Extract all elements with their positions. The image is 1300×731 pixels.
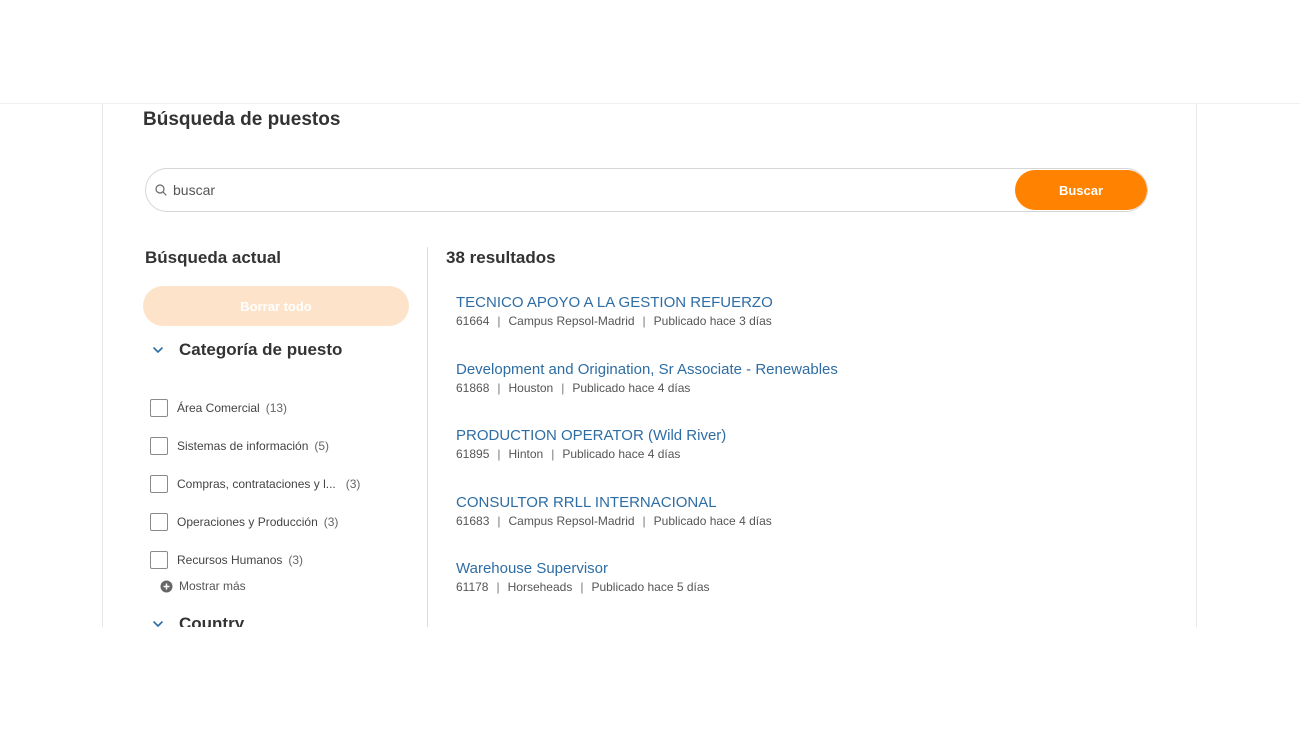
facet-title: Categoría de puesto <box>179 340 343 359</box>
filters-sidebar: Búsqueda actual Borrar todo Categoría de… <box>143 244 410 627</box>
job-posted: Publicado hace 4 días <box>562 447 681 461</box>
job-title-link[interactable]: PRODUCTION OPERATOR (Wild River) <box>456 427 1136 445</box>
checkbox[interactable] <box>150 437 168 455</box>
page-title: Búsqueda de puestos <box>143 109 341 130</box>
checkbox[interactable] <box>150 399 168 417</box>
job-meta: 61868 | Houston | Publicado hace 4 días <box>456 380 691 395</box>
facet-option-count: (5) <box>314 439 330 453</box>
job-posted: Publicado hace 3 días <box>653 314 772 328</box>
search-button[interactable]: Buscar <box>1015 170 1147 210</box>
results-count: 38 resultados <box>446 248 556 267</box>
job-posted: Publicado hace 4 días <box>653 513 772 528</box>
column-divider <box>427 247 428 627</box>
job-location: Hinton <box>508 447 544 461</box>
facet-option-count: (3) <box>345 477 361 491</box>
job-location: Houston <box>508 380 554 395</box>
chevron-down-icon <box>153 621 163 627</box>
facet-option-label: Compras, contrataciones y l... <box>177 477 336 491</box>
job-meta: 61895 | Hinton | Publicado hace 4 días <box>456 447 681 461</box>
search-bar: Buscar <box>145 168 1148 212</box>
job-id: 61178 <box>456 580 489 594</box>
job-meta: 61178 | Horseheads | Publicado hace 5 días <box>456 580 710 594</box>
facet-option-label: Área Comercial <box>177 401 260 415</box>
facet-option-count: (3) <box>323 515 339 529</box>
facet-option-count: (3) <box>288 553 304 567</box>
search-input[interactable] <box>173 178 1003 202</box>
job-title-link[interactable]: Warehouse Supervisor <box>456 560 1136 578</box>
job-search-panel: Búsqueda de puestos Buscar Búsqueda actu… <box>102 104 1197 627</box>
clear-all-button[interactable]: Borrar todo <box>143 286 409 326</box>
job-item: TECNICO APOYO A LA GESTION REFUERZO 6166… <box>456 294 1136 361</box>
job-id: 61664 <box>456 314 490 328</box>
facet-option-count: (13) <box>265 401 288 415</box>
show-more-label: Mostrar más <box>179 579 246 593</box>
job-meta: 61664 | Campus Repsol-Madrid | Publicado hac… <box>456 314 772 328</box>
facet-option-label: Recursos Humanos <box>177 553 283 567</box>
chevron-down-icon <box>153 347 163 353</box>
job-location: Campus Repsol-Madrid <box>508 314 635 328</box>
facet-title: Country <box>179 614 245 627</box>
facet-header-category[interactable]: Categoría de puesto <box>151 338 342 362</box>
facet-option[interactable]: Área Comercial (13) <box>150 389 410 427</box>
facet-list-category: Área Comercial (13) Sistemas de informac… <box>150 389 410 579</box>
facet-option[interactable]: Recursos Humanos (3) <box>150 541 410 579</box>
job-posted: Publicado hace 5 días <box>591 580 710 594</box>
job-id: 61868 <box>456 380 490 395</box>
facet-option-label: Sistemas de información <box>177 439 309 453</box>
job-location: Campus Repsol-Madrid <box>508 513 635 528</box>
search-icon <box>155 184 167 196</box>
checkbox[interactable] <box>150 475 168 493</box>
job-item: CONSULTOR RRLL INTERNACIONAL 61683 | Campu… <box>456 494 1136 561</box>
job-id: 61683 <box>456 513 490 528</box>
facet-option-label: Operaciones y Producción <box>177 515 318 529</box>
job-item: Warehouse Supervisor 61178 | Horseheads | Pu… <box>456 560 1136 627</box>
job-id: 61895 <box>456 447 490 461</box>
job-title-link[interactable]: CONSULTOR RRLL INTERNACIONAL <box>456 494 1136 512</box>
job-title-link[interactable]: TECNICO APOYO A LA GESTION REFUERZO <box>456 294 1136 312</box>
facet-header-country[interactable]: Country <box>151 614 244 627</box>
plus-circle-icon <box>160 580 173 592</box>
top-bar <box>0 0 1300 104</box>
show-more-link[interactable]: Mostrar más <box>160 579 246 593</box>
facet-option[interactable]: Compras, contrataciones y l... (3) <box>150 465 410 503</box>
job-posted: Publicado hace 4 días <box>572 380 691 395</box>
facet-option[interactable]: Sistemas de información (5) <box>150 427 410 465</box>
checkbox[interactable] <box>150 551 168 569</box>
job-list: TECNICO APOYO A LA GESTION REFUERZO 6166… <box>456 294 1136 627</box>
job-item: PRODUCTION OPERATOR (Wild River) 61895 | H… <box>456 427 1136 494</box>
job-meta: 61683 | Campus Repsol-Madrid | Publicado hac… <box>456 513 772 528</box>
job-location: Horseheads <box>507 580 573 594</box>
facet-option[interactable]: Operaciones y Producción (3) <box>150 503 410 541</box>
job-item: Development and Origination, Sr Associat… <box>456 361 1136 428</box>
checkbox[interactable] <box>150 513 168 531</box>
job-title-link[interactable]: Development and Origination, Sr Associat… <box>456 361 1136 379</box>
current-search-title: Búsqueda actual <box>145 248 282 267</box>
